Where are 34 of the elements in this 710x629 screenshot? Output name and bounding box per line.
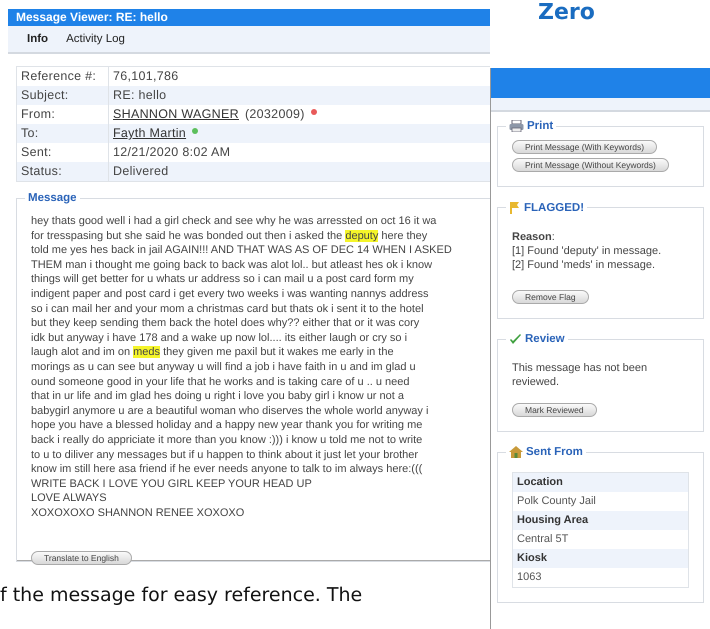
field-label: Location [513, 473, 688, 492]
window-title: Message Viewer: RE: hello [8, 9, 490, 26]
print-button[interactable]: Print Message (Without Keywords) [512, 158, 669, 172]
field-label: Housing Area [513, 511, 688, 530]
tab[interactable]: Info [20, 30, 56, 48]
translate-button[interactable]: Translate to English [31, 551, 132, 566]
mark-reviewed-button[interactable]: Mark Reviewed [512, 403, 597, 417]
table-cell: Delivered [109, 162, 490, 181]
printer-icon [509, 120, 524, 132]
tab[interactable]: Activity Log [59, 30, 132, 48]
remove-flag-button[interactable]: Remove Flag [512, 290, 589, 304]
section-title: Message [27, 192, 78, 204]
caption-text: f the message for easy reference. The [0, 584, 364, 606]
field-label: To: [17, 124, 109, 143]
section-title: Print [506, 120, 556, 132]
house-icon [509, 446, 523, 458]
contact-link[interactable]: SHANNON WAGNER [113, 105, 239, 124]
reason-text: [1] Found 'deputy' in message. [512, 244, 662, 258]
brand-logo: Zero [538, 0, 595, 25]
reason-label: Reason: [512, 230, 556, 244]
field-label: Status: [17, 162, 109, 181]
table-cell: RE: hello [109, 86, 490, 105]
print-button[interactable]: Print Message (With Keywords) [512, 140, 658, 154]
reason-text: [2] Found 'meds' in message. [512, 258, 656, 272]
section-title: Sent From [506, 446, 586, 458]
field-label: Kiosk [513, 549, 688, 568]
section-title: Review [506, 333, 568, 345]
field-label: Subject: [17, 86, 109, 105]
check-icon [509, 334, 522, 344]
inmate-id: (2032009) [244, 106, 305, 123]
review-note: This message has not been reviewed. [512, 361, 648, 389]
flag-icon [509, 201, 521, 214]
section-title: FLAGGED! [506, 201, 588, 214]
contact-link[interactable]: Fayth Martin [113, 124, 186, 143]
